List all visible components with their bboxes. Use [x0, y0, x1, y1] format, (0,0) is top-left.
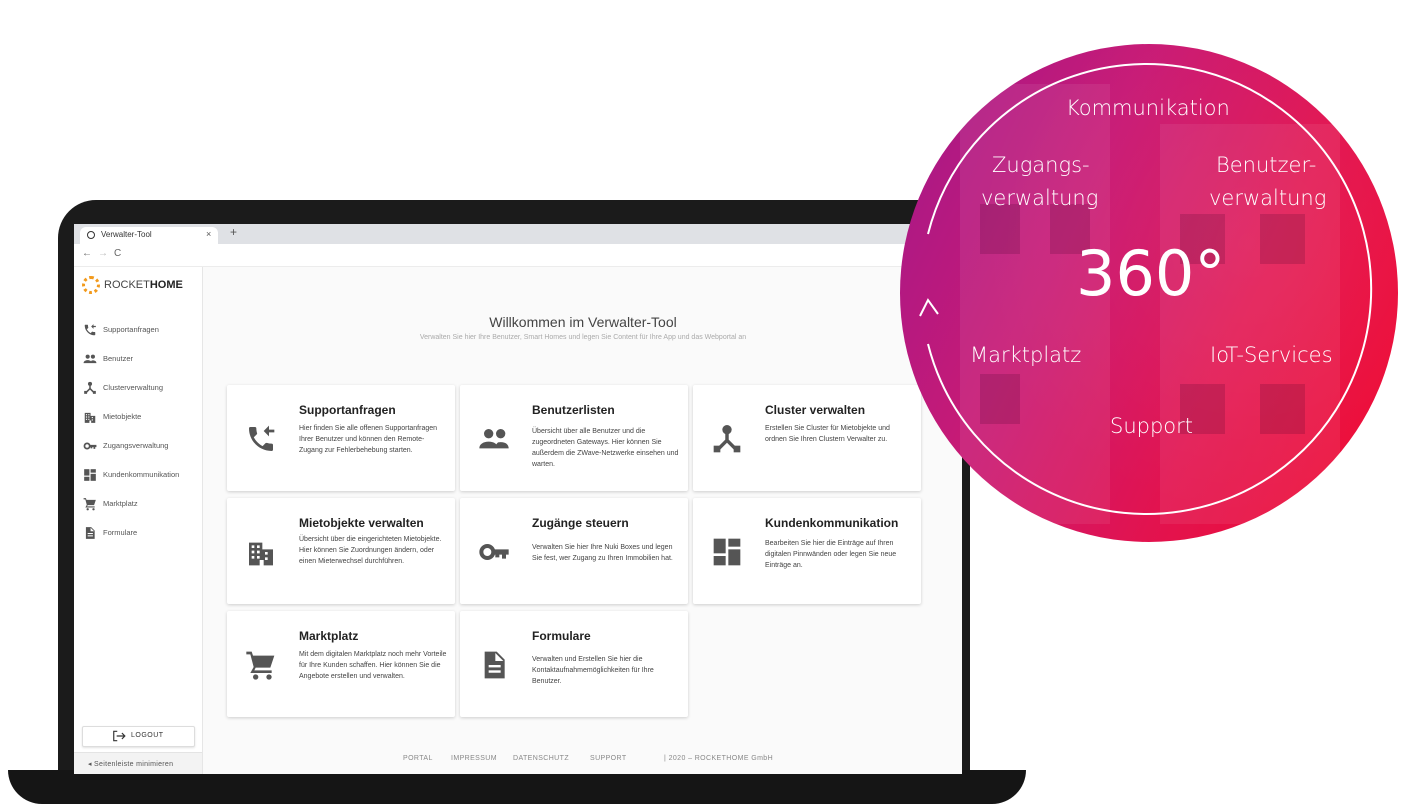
back-icon[interactable]: ← [82, 248, 92, 259]
footer-copyright: | 2020 – ROCKETHOME GmbH [664, 755, 774, 762]
card-supportanfragen[interactable]: Supportanfragen Hier finden Sie alle off… [227, 385, 455, 491]
footer-link-portal[interactable]: PORTAL [403, 755, 433, 762]
sidebar-item-label: Formulare [103, 528, 138, 537]
sidebar-item-marktplatz[interactable]: Marktplatz [74, 493, 202, 515]
card-zugaenge-steuern[interactable]: Zugänge steuern Verwalten Sie hier Ihre … [460, 498, 688, 604]
building-icon [84, 412, 96, 423]
card-title: Formulare [532, 629, 591, 643]
forward-icon[interactable]: → [98, 248, 108, 259]
sidebar-item-clusterverwaltung[interactable]: Clusterverwaltung [74, 377, 202, 399]
logo-text-home: HOME [149, 279, 183, 291]
browser-navbar: ← → C [74, 244, 962, 267]
card-text: Hier finden Sie alle offenen Supportanfr… [299, 425, 438, 454]
page-title: Willkommen im Verwalter-Tool [489, 314, 677, 330]
card-cluster-verwalten[interactable]: Cluster verwalten Erstellen Sie Cluster … [693, 385, 921, 491]
label-360: 360° [1076, 237, 1226, 310]
key-icon [479, 544, 509, 560]
label-benutzerverwaltung-1: Benutzer- [1216, 153, 1317, 177]
tab-close-icon[interactable]: × [206, 229, 211, 239]
sidebar-item-label: Kundenkommunikation [103, 470, 180, 479]
card-text: Übersicht über die eingerichteten Mietob… [299, 536, 442, 565]
cart-icon [83, 498, 96, 511]
label-benutzerverwaltung-2: verwaltung [1209, 186, 1327, 210]
logo-text-rocket: ROCKET [104, 279, 150, 291]
sidebar-item-mietobjekte[interactable]: Mietobjekte [74, 406, 202, 428]
laptop-base [8, 770, 1026, 804]
sidebar-item-label: Clusterverwaltung [103, 383, 164, 392]
sidebar-item-label: Zugangsverwaltung [103, 441, 169, 450]
label-zugangsverwaltung-1: Zugangs- [992, 153, 1090, 177]
label-support: Support [1110, 414, 1194, 438]
sidebar-item-label: Marktplatz [103, 499, 138, 508]
document-icon [484, 651, 505, 679]
label-kommunikation: Kommunikation [1066, 96, 1230, 120]
reload-icon[interactable]: C [114, 248, 121, 259]
logo-mark-icon [82, 276, 100, 294]
sidebar-item-zugangsverwaltung[interactable]: Zugangsverwaltung [74, 435, 202, 457]
label-zugangsverwaltung-2: verwaltung [981, 186, 1099, 210]
phone-forward-icon [249, 425, 275, 451]
card-title: Kundenkommunikation [765, 516, 899, 530]
users-icon [479, 429, 509, 449]
card-title: Mietobjekte verwalten [299, 516, 424, 530]
key-icon [83, 442, 97, 450]
card-text: Verwalten und Erstellen Sie hier die Kon… [532, 656, 654, 685]
minimize-sidebar-button[interactable]: ◂ Seitenleiste minimieren [74, 752, 202, 774]
headline-fragment [0, 0, 1405, 8]
browser-tab[interactable]: Verwalter-Tool × [80, 227, 218, 244]
sidebar-item-supportanfragen[interactable]: Supportanfragen [74, 319, 202, 341]
laptop-screen: Verwalter-Tool × + ← → C ROCKETHOME Supp… [74, 224, 962, 774]
tab-title: Verwalter-Tool [101, 230, 152, 239]
users-icon [83, 354, 97, 364]
phone-forward-icon [84, 324, 96, 336]
building-icon [249, 542, 273, 566]
sidebar-item-kundenkommunikation[interactable]: Kundenkommunikation [74, 464, 202, 486]
card-mietobjekte-verwalten[interactable]: Mietobjekte verwalten Übersicht über die… [227, 498, 455, 604]
dashboard-icon [713, 538, 741, 566]
label-iot-services: IoT-Services [1210, 343, 1333, 367]
logout-label: LOGOUT [131, 732, 164, 739]
card-title: Zugänge steuern [532, 516, 629, 530]
sidebar-item-label: Benutzer [103, 354, 134, 363]
sidebar-item-benutzer[interactable]: Benutzer [74, 348, 202, 370]
label-marktplatz: Marktplatz [970, 343, 1082, 367]
cluster-icon [84, 381, 96, 394]
cart-icon [246, 651, 275, 680]
card-text: Verwalten Sie hier Ihre Nuki Boxes und l… [532, 544, 673, 562]
card-marktplatz[interactable]: Marktplatz Mit dem digitalen Marktplatz … [227, 611, 455, 717]
card-benutzerlisten[interactable]: Benutzerlisten Übersicht über alle Benut… [460, 385, 688, 491]
card-formulare[interactable]: Formulare Verwalten und Erstellen Sie hi… [460, 611, 688, 717]
card-text: Bearbeiten Sie hier die Einträge auf Ihr… [765, 540, 897, 569]
dashboard-icon [84, 469, 96, 481]
footer-link-support[interactable]: SUPPORT [590, 755, 627, 762]
sidebar-item-label: Mietobjekte [103, 412, 142, 421]
card-text: Übersicht über alle Benutzer und die zug… [532, 428, 679, 468]
card-text: Mit dem digitalen Marktplatz noch mehr V… [299, 651, 447, 680]
card-title: Marktplatz [299, 629, 359, 643]
sidebar-item-formulare[interactable]: Formulare [74, 522, 202, 544]
footer-link-datenschutz[interactable]: DATENSCHUTZ [513, 755, 569, 762]
logout-button[interactable]: LOGOUT [82, 726, 195, 747]
card-kundenkommunikation[interactable]: Kundenkommunikation Bearbeiten Sie hier … [693, 498, 921, 604]
footer-link-impressum[interactable]: IMPRESSUM [451, 755, 497, 762]
favicon-icon [87, 231, 95, 239]
card-text: Erstellen Sie Cluster für Mietobjekte un… [765, 425, 890, 443]
new-tab-button[interactable]: + [230, 225, 237, 239]
logout-icon [113, 730, 126, 742]
page-subtitle: Verwalten Sie hier Ihre Benutzer, Smart … [419, 334, 747, 341]
browser-tabbar: Verwalter-Tool × + [74, 224, 962, 244]
card-title: Benutzerlisten [532, 403, 615, 417]
cluster-icon [713, 425, 741, 453]
card-title: Cluster verwalten [765, 403, 866, 417]
minimize-sidebar-label: ◂ Seitenleiste minimieren [88, 761, 174, 768]
document-icon [85, 527, 95, 539]
feature-circle: Kommunikation Zugangs- verwaltung Benutz… [900, 44, 1398, 542]
card-title: Supportanfragen [299, 403, 396, 417]
sidebar: ROCKETHOME Supportanfragen Benutzer Clus… [74, 267, 203, 774]
sidebar-item-label: Supportanfragen [103, 325, 159, 334]
